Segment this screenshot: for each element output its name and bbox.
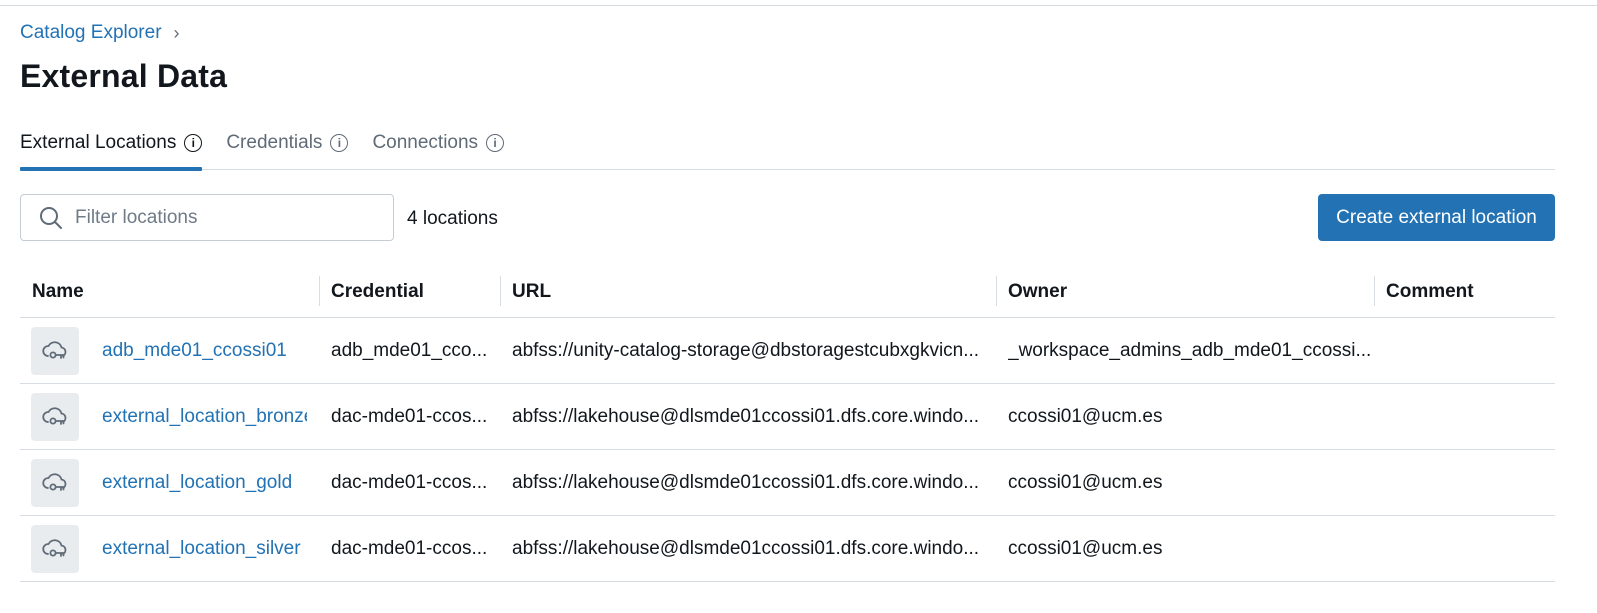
comment-cell (1386, 450, 1546, 516)
credential-cell: dac-mde01-ccos... (331, 472, 488, 493)
url-cell: abfss://unity-catalog-storage@dbstorages… (512, 340, 980, 361)
comment-cell (1386, 318, 1546, 384)
cloud-key-icon (31, 525, 79, 573)
info-icon[interactable]: i (486, 134, 505, 152)
tab-label: Credentials (226, 132, 323, 153)
column-header-name[interactable]: Name (32, 266, 84, 318)
breadcrumb-catalog-explorer-link[interactable]: Catalog Explorer (20, 22, 162, 44)
tab-label: External Locations (20, 132, 177, 153)
owner-cell: ccossi01@ucm.es (1008, 472, 1163, 493)
owner-cell: ccossi01@ucm.es (1008, 406, 1163, 427)
table-header: Name Credential URL Owner Comment (20, 266, 1555, 318)
tab-bar: External Locations i Credentials i Conne… (20, 128, 1555, 171)
location-name-cell: adb_mde01_ccossi01 (102, 318, 307, 384)
url-cell: abfss://lakehouse@dlsmde01ccossi01.dfs.c… (512, 538, 980, 559)
tab-connections[interactable]: Connections i (372, 128, 505, 170)
filter-locations-search[interactable] (20, 194, 394, 241)
chevron-right-icon: › (173, 23, 180, 43)
owner-cell: ccossi01@ucm.es (1008, 538, 1163, 559)
url-cell: abfss://lakehouse@dlsmde01ccossi01.dfs.c… (512, 406, 980, 427)
locations-count: 4 locations (407, 208, 498, 229)
cloud-key-icon (31, 459, 79, 507)
column-header-url[interactable]: URL (500, 266, 551, 318)
page-title: External Data (20, 58, 228, 94)
table-row[interactable]: external_location_gold dac-mde01-ccos...… (20, 450, 1555, 516)
url-cell: abfss://lakehouse@dlsmde01ccossi01.dfs.c… (512, 472, 980, 493)
create-external-location-button[interactable]: Create external location (1318, 194, 1555, 241)
breadcrumb: Catalog Explorer › (20, 20, 180, 46)
table-row[interactable]: external_location_bronze dac-mde01-ccos.… (20, 384, 1555, 450)
location-name-link[interactable]: external_location_bronze (102, 406, 307, 428)
column-divider[interactable] (500, 276, 501, 306)
location-name-link[interactable]: external_location_gold (102, 472, 292, 494)
info-icon[interactable]: i (184, 134, 203, 152)
location-name-cell: external_location_silver (102, 516, 307, 582)
location-name-link[interactable]: external_location_silver (102, 538, 301, 560)
column-divider[interactable] (319, 276, 320, 306)
column-header-owner[interactable]: Owner (996, 266, 1067, 318)
info-icon[interactable]: i (330, 134, 349, 152)
search-input[interactable] (75, 206, 355, 229)
credential-cell: adb_mde01_cco... (331, 340, 488, 361)
column-divider[interactable] (1374, 276, 1375, 306)
tab-credentials[interactable]: Credentials i (226, 128, 349, 170)
owner-cell: _workspace_admins_adb_mde01_ccossi... (1008, 340, 1372, 361)
tab-label: Connections (372, 132, 479, 153)
comment-cell (1386, 384, 1546, 450)
locations-table: Name Credential URL Owner Comment adb_md… (20, 266, 1555, 582)
search-icon (40, 206, 62, 229)
location-name-link[interactable]: adb_mde01_ccossi01 (102, 340, 287, 362)
column-header-comment[interactable]: Comment (1374, 266, 1474, 318)
column-divider[interactable] (996, 276, 997, 306)
table-row[interactable]: external_location_silver dac-mde01-ccos.… (20, 516, 1555, 582)
column-header-credential[interactable]: Credential (319, 266, 424, 318)
credential-cell: dac-mde01-ccos... (331, 406, 488, 427)
comment-cell (1386, 516, 1546, 582)
table-row[interactable]: adb_mde01_ccossi01 adb_mde01_cco... abfs… (20, 318, 1555, 384)
top-border (0, 0, 1597, 6)
credential-cell: dac-mde01-ccos... (331, 538, 488, 559)
cloud-key-icon (31, 327, 79, 375)
cloud-key-icon (31, 393, 79, 441)
tab-external-locations[interactable]: External Locations i (20, 128, 203, 171)
location-name-cell: external_location_bronze (102, 384, 307, 450)
location-name-cell: external_location_gold (102, 450, 307, 516)
